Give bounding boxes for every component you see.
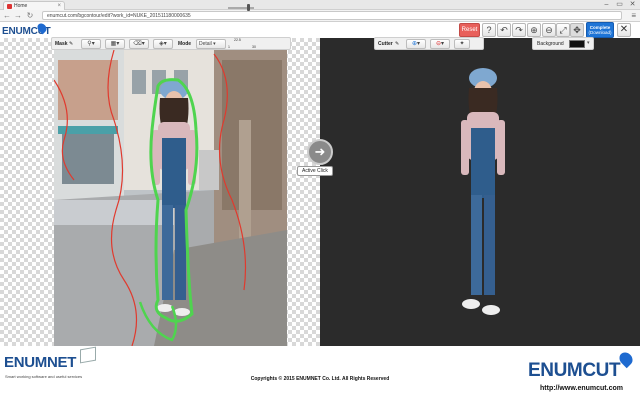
cutout-result [461, 68, 505, 315]
page-footer: ENUMNET Smart working software and usefu… [0, 346, 640, 400]
result-canvas[interactable] [320, 38, 640, 346]
forward-icon[interactable]: → [13, 11, 23, 21]
brush-size-slider-handle[interactable] [246, 4, 250, 11]
brush-size-slider[interactable] [228, 7, 254, 9]
minimize-icon[interactable]: – [601, 0, 612, 9]
mask-canvas[interactable] [0, 38, 320, 346]
cutter-toolbar: Cutter ✎ ⊕▾ ⊖▾ ✦ [374, 37, 484, 50]
brush-icon[interactable]: ✎ [69, 41, 73, 47]
add-region-button[interactable]: ⊕▾ [406, 39, 426, 49]
address-bar: ← → ↻ enumcut.com/bgcontour/edit?work_id… [0, 10, 640, 22]
browser-tab-bar: Home × – ▭ ✕ [0, 0, 640, 10]
favicon-icon [7, 4, 12, 9]
reset-button[interactable]: Reset [459, 23, 480, 37]
enumnet-cube-icon [80, 346, 96, 364]
source-photo [54, 50, 287, 346]
browser-tab[interactable]: Home × [3, 1, 65, 10]
brush-size-value: 22.5 [234, 38, 241, 42]
foreground-brush-button[interactable]: ⚲▾ [81, 39, 101, 49]
slider-min-label: 1 [228, 45, 230, 49]
eraser-button[interactable]: ⌫▾ [129, 39, 149, 49]
complete-download-button[interactable]: Complete (Download) [586, 22, 614, 38]
browser-menu-icon[interactable]: ≡ [631, 11, 636, 21]
reload-icon[interactable]: ↻ [25, 11, 35, 21]
background-brush-button[interactable]: ▦▾ [105, 39, 125, 49]
pan-icon[interactable]: ✥ [570, 23, 584, 37]
cutter-label: Cutter [378, 41, 393, 47]
mode-label: Mode [178, 41, 192, 47]
help-icon[interactable]: ? [482, 23, 496, 37]
enumcut-logo[interactable]: ENUMCUT [528, 360, 621, 382]
mask-label: Mask [55, 41, 68, 47]
brush-icon[interactable]: ✎ [395, 41, 399, 47]
window-close-icon[interactable]: ✕ [627, 0, 638, 9]
close-icon[interactable]: ✕ [617, 23, 631, 37]
slider-max-label: 30 [252, 45, 256, 49]
fit-icon[interactable]: ⤢ [556, 23, 570, 37]
maximize-icon[interactable]: ▭ [614, 0, 625, 9]
zoom-in-icon[interactable]: ⊕ [527, 23, 541, 37]
complete-sub-label: (Download) [588, 30, 612, 35]
background-color-swatch[interactable] [569, 40, 585, 48]
enumcut-url-link[interactable]: http://www.enumcut.com [540, 385, 623, 392]
back-icon[interactable]: ← [2, 11, 12, 21]
enumnet-logo[interactable]: ENUMNET [4, 354, 76, 371]
undo-icon[interactable]: ↶ [497, 23, 511, 37]
mode-select[interactable]: Detail ▾ [196, 39, 226, 49]
redo-icon[interactable]: ↷ [512, 23, 526, 37]
arrow-right-icon[interactable]: ➜ [307, 139, 333, 165]
chevron-down-icon[interactable]: ▾ [587, 40, 590, 46]
mask-toolbar: Mask ✎ ⚲▾ ▦▾ ⌫▾ ◈▾ Mode Detail ▾ 22.5 1 … [51, 37, 291, 50]
street-photo-illustration [54, 50, 287, 346]
minus-icon: ⊖ [435, 41, 441, 47]
url-input[interactable]: enumcut.com/bgcontour/edit?work_id=NUKE_… [42, 11, 622, 20]
active-click-label: Active Click [297, 166, 333, 176]
remove-region-button[interactable]: ⊖▾ [430, 39, 450, 49]
zoom-out-icon[interactable]: ⊖ [542, 23, 556, 37]
fill-button[interactable]: ◈▾ [153, 39, 173, 49]
background-label: Background [537, 41, 564, 47]
plus-icon: ⊕ [411, 41, 417, 47]
tab-close-icon[interactable]: × [57, 2, 61, 10]
mode-value: Detail [199, 41, 212, 47]
background-toolbar: Background ▾ [532, 37, 594, 50]
magic-wand-button[interactable]: ✦ [454, 39, 470, 49]
tab-title: Home [14, 3, 28, 9]
